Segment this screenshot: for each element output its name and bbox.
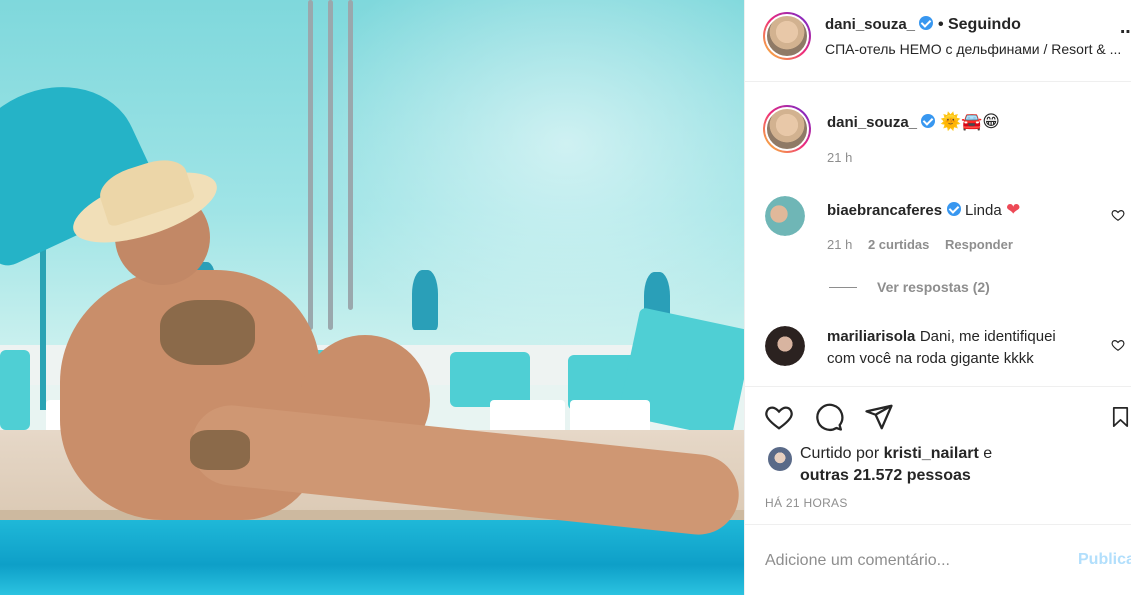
sculpture-pole xyxy=(348,0,353,310)
avatar-image xyxy=(765,14,809,58)
replies-divider xyxy=(829,286,857,288)
post-location[interactable]: СПА-отель HEMO с дельфинами / Resort & .… xyxy=(825,41,1125,57)
pool-water xyxy=(0,520,744,595)
liked-by-user[interactable]: kristi_nailart xyxy=(884,445,979,462)
bikini-top xyxy=(160,300,255,365)
post-sidebar: dani_souza_ • Seguindo СПА-отель HEMO с … xyxy=(744,0,1131,595)
caption-time[interactable]: 21 h xyxy=(827,150,852,165)
post-photo[interactable] xyxy=(0,0,744,595)
comment-likes[interactable]: 2 curtidas xyxy=(868,237,929,252)
view-replies-link[interactable]: Ver respostas (2) xyxy=(877,279,990,295)
avatar-image xyxy=(765,107,809,151)
comment-time[interactable]: 21 h xyxy=(827,237,852,252)
commenter-avatar[interactable] xyxy=(765,326,805,366)
verified-badge-icon xyxy=(921,114,936,128)
sculpture-pole xyxy=(328,0,333,330)
like-heart-icon[interactable] xyxy=(763,401,795,433)
comment-text: Dani, me identifiquei xyxy=(919,328,1056,345)
caption-text: 🌞🚘😁 xyxy=(939,112,1000,131)
caption-line: dani_souza_ 🌞🚘😁 xyxy=(827,112,1000,132)
liker-avatar[interactable] xyxy=(767,446,793,472)
like-comment-icon[interactable] xyxy=(1111,208,1125,222)
post-header: dani_souza_ • Seguindo СПА-отель HEMO с … xyxy=(745,0,1131,82)
comment-input[interactable] xyxy=(765,547,1065,575)
red-heart-emoji: ❤ xyxy=(1006,200,1021,219)
comment-text: Linda xyxy=(964,202,1002,219)
publish-button[interactable]: Publicar xyxy=(1078,551,1131,569)
comment-line: mariliarisola Dani, me identifiquei xyxy=(827,328,1056,346)
comment-username[interactable]: biaebrancaferes xyxy=(827,202,942,219)
post-timestamp[interactable]: HÁ 21 HORAS xyxy=(765,496,848,510)
comment-meta: 21 h 2 curtidas Responder xyxy=(827,237,1013,252)
author-avatar[interactable] xyxy=(763,12,811,60)
view-replies-row[interactable]: Ver respostas (2) xyxy=(829,279,990,295)
liked-by-prefix: Curtido por xyxy=(800,445,880,462)
more-horizontal-icon[interactable]: ⋯ xyxy=(1120,22,1131,42)
comment-bubble-icon[interactable] xyxy=(813,401,845,433)
avatar-image xyxy=(767,446,793,472)
sculpture-pole xyxy=(308,0,313,330)
share-paper-plane-icon[interactable] xyxy=(863,401,895,433)
liked-by-connector: e xyxy=(983,445,993,462)
commenter-avatar[interactable] xyxy=(765,196,805,236)
author-line: dani_souza_ • Seguindo xyxy=(825,16,1021,34)
comment-username[interactable]: mariliarisola xyxy=(827,328,915,345)
verified-badge-icon xyxy=(946,202,961,216)
likes-count[interactable]: outras 21.572 pessoas xyxy=(800,467,971,485)
like-comment-icon[interactable] xyxy=(1111,338,1125,352)
follow-status[interactable]: • Seguindo xyxy=(938,16,1021,33)
liked-by-line: Curtido por kristi_nailart e xyxy=(800,445,992,463)
comment-line: biaebrancaferes Linda ❤ xyxy=(827,200,1020,220)
sky-glow xyxy=(300,0,744,360)
add-comment-bar: Publicar xyxy=(745,524,1131,595)
comment-text-continued: com você na roda gigante kkkk xyxy=(827,350,1034,367)
save-bookmark-icon[interactable] xyxy=(1109,401,1131,433)
caption-avatar[interactable] xyxy=(763,105,811,153)
caption-username[interactable]: dani_souza_ xyxy=(827,114,917,131)
pool-lounger xyxy=(450,352,530,407)
verified-badge-icon xyxy=(919,16,934,30)
closed-umbrella xyxy=(412,270,438,330)
author-username[interactable]: dani_souza_ xyxy=(825,16,915,33)
avatar-image xyxy=(765,326,805,366)
reply-button[interactable]: Responder xyxy=(945,237,1013,252)
pool-lounger xyxy=(0,350,30,430)
avatar-image xyxy=(765,196,805,236)
bikini-bottom xyxy=(190,430,250,470)
